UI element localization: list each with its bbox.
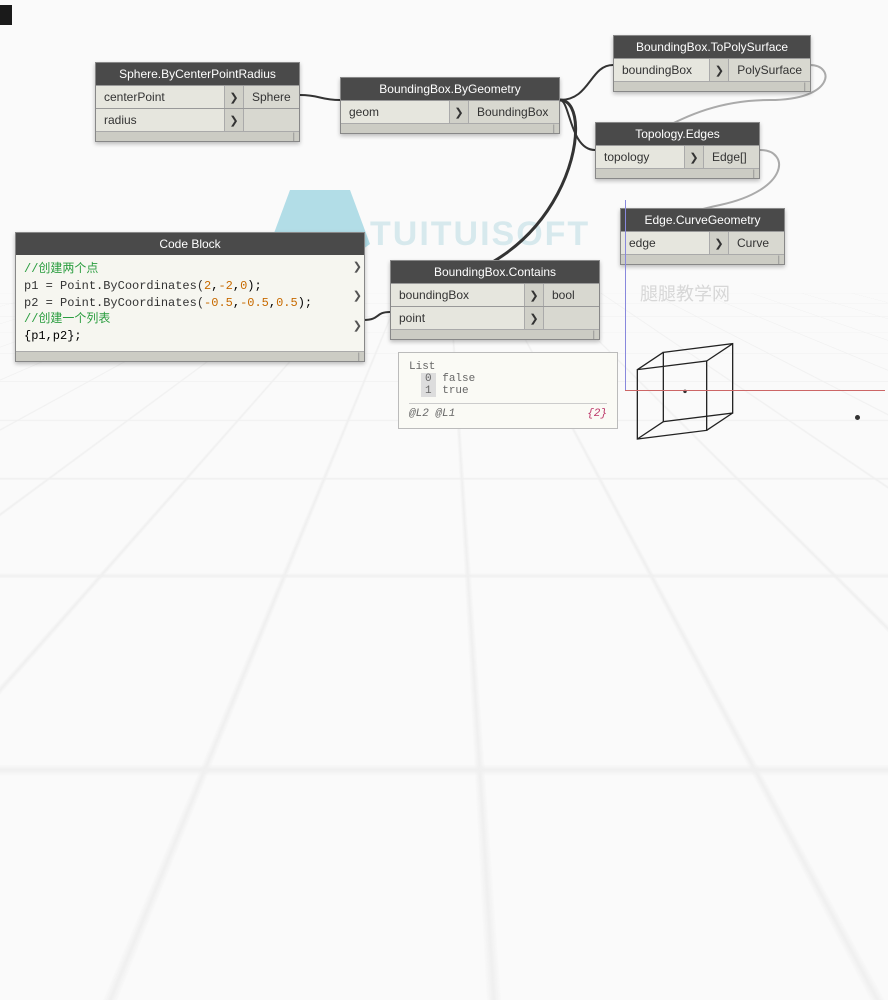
code-token: p1 [24,279,46,293]
chevron-icon[interactable]: ❯ [449,101,469,123]
chevron-icon[interactable]: ❯ [709,59,729,81]
preview-index: 0 [421,373,436,385]
watermark-subtext: 腿腿教学网 [640,280,730,306]
node-edge-curvegeometry[interactable]: Edge.CurveGeometry edge ❯ Curve | [620,208,785,265]
output-port-curve[interactable]: Curve [729,232,784,254]
preview-value: true [442,385,468,397]
node-title: Sphere.ByCenterPointRadius [96,63,299,85]
chevron-icon[interactable]: ❯ [353,261,362,276]
origin-point [855,415,860,420]
chevron-icon[interactable]: ❯ [224,109,244,131]
code-block-outputs: ❯ ❯ ❯ [353,261,362,335]
chevron-icon[interactable]: ❯ [524,284,544,306]
input-port-boundingbox[interactable]: boundingBox [391,284,524,306]
code-block-body[interactable]: //创建两个点 p1 = Point.ByCoordinates(2,-2,0)… [16,255,364,351]
node-footer: | [596,168,759,178]
code-token: = Point.ByCoordinates( [46,279,204,293]
chevron-icon[interactable]: ❯ [524,307,544,329]
input-port-geom[interactable]: geom [341,101,449,123]
node-footer: | [391,329,599,339]
chevron-icon[interactable]: ❯ [709,232,729,254]
preview-index: 1 [421,385,436,397]
node-bbox-topolysurface[interactable]: BoundingBox.ToPolySurface boundingBox ❯ … [613,35,811,92]
code-number: -0.5 [240,296,269,310]
input-port-radius[interactable]: radius [96,109,224,131]
code-token: , [233,279,240,293]
output-port-bool[interactable]: bool [544,284,599,306]
chevron-icon[interactable]: ❯ [353,290,362,305]
chevron-icon[interactable]: ❯ [224,86,244,108]
preview-value: false [442,373,475,385]
watermark-text: TUITUISOFT [370,215,590,254]
node-title: BoundingBox.Contains [391,261,599,283]
input-port-topology[interactable]: topology [596,146,684,168]
axis-x [625,390,885,391]
input-port-edge[interactable]: edge [621,232,709,254]
chevron-icon[interactable]: ❯ [353,320,362,335]
input-port-centerpoint[interactable]: centerPoint [96,86,224,108]
output-port-edgearray[interactable]: Edge[] [704,146,759,168]
code-token: , [233,296,240,310]
code-token: = Point.ByCoordinates( [46,296,204,310]
code-token: ); [247,279,261,293]
node-footer: | [96,131,299,141]
code-token: ); [298,296,312,310]
node-topology-edges[interactable]: Topology.Edges topology ❯ Edge[] | [595,122,760,179]
node-title: Code Block [16,233,364,255]
output-port-boundingbox[interactable]: BoundingBox [469,101,559,123]
preview-head: List [409,361,607,373]
output-preview[interactable]: List 0 false 1 true @L2 @L1 {2} [398,352,618,429]
node-code-block[interactable]: Code Block //创建两个点 p1 = Point.ByCoordina… [15,232,365,362]
code-token: {p1,p2}; [24,329,82,343]
node-title: BoundingBox.ToPolySurface [614,36,810,58]
node-bbox-contains[interactable]: BoundingBox.Contains boundingBox ❯ bool … [390,260,600,340]
code-comment: //创建两个点 [24,262,98,276]
code-number: -0.5 [204,296,233,310]
node-title: Edge.CurveGeometry [621,209,784,231]
code-token: p2 [24,296,46,310]
axis-z [625,200,626,390]
node-title: Topology.Edges [596,123,759,145]
node-footer: | [16,351,364,361]
preview-levels: @L2 @L1 [409,408,455,420]
chevron-icon[interactable]: ❯ [684,146,704,168]
node-footer: | [341,123,559,133]
output-spacer [244,109,299,131]
preview-count: {2} [587,408,607,420]
code-number: -2 [218,279,232,293]
code-comment: //创建一个列表 [24,312,110,326]
output-spacer [544,307,599,329]
node-sphere[interactable]: Sphere.ByCenterPointRadius centerPoint ❯… [95,62,300,142]
input-port-boundingbox[interactable]: boundingBox [614,59,709,81]
node-title: BoundingBox.ByGeometry [341,78,559,100]
panel-toggle[interactable] [0,5,12,25]
node-bbox-bygeometry[interactable]: BoundingBox.ByGeometry geom ❯ BoundingBo… [340,77,560,134]
code-token: , [269,296,276,310]
input-port-point[interactable]: point [391,307,524,329]
node-footer: | [621,254,784,264]
output-port-sphere[interactable]: Sphere [244,86,299,108]
output-port-polysurface[interactable]: PolySurface [729,59,810,81]
code-number: 0.5 [276,296,298,310]
node-footer: | [614,81,810,91]
